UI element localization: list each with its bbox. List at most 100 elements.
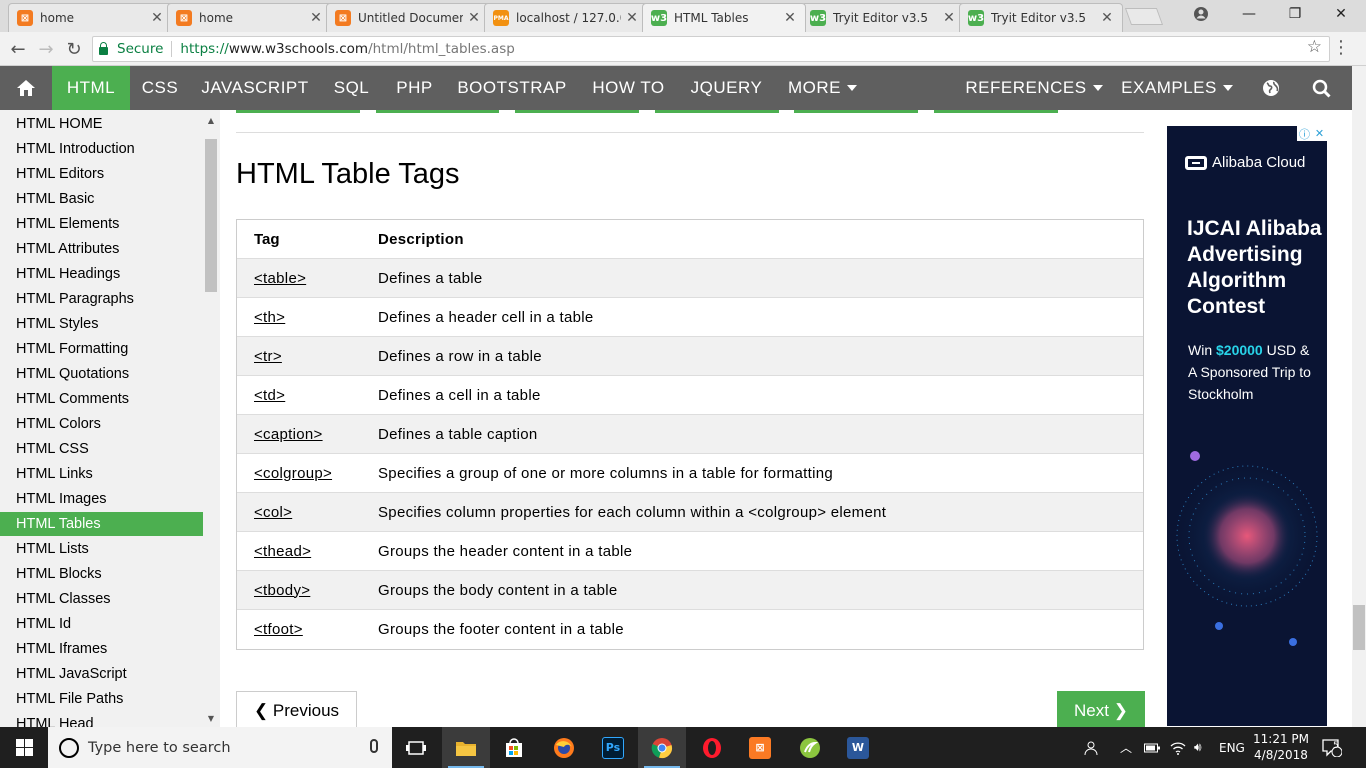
- sidebar-item[interactable]: HTML Paragraphs: [0, 287, 203, 311]
- nav-javascript[interactable]: JAVASCRIPT: [190, 66, 320, 110]
- address-bar[interactable]: Secure https://www.w3schools.com/html/ht…: [92, 36, 1330, 62]
- sidebar-item[interactable]: HTML Editors: [0, 162, 203, 186]
- sidebar-item[interactable]: HTML Formatting: [0, 337, 203, 361]
- scroll-up-arrow-icon[interactable]: ▲: [204, 113, 218, 127]
- sidebar-item[interactable]: HTML Attributes: [0, 237, 203, 261]
- page-scroll-thumb[interactable]: [1353, 605, 1365, 650]
- firefox-icon[interactable]: [540, 727, 588, 768]
- sidebar-item[interactable]: HTML Introduction: [0, 137, 203, 161]
- tag-link[interactable]: <colgroup>: [254, 465, 332, 482]
- tab-close-icon[interactable]: ✕: [783, 10, 797, 26]
- system-clock[interactable]: 11:21 PM 4/8/2018: [1252, 731, 1310, 763]
- home-icon[interactable]: [0, 66, 52, 110]
- sidebar-item[interactable]: HTML Elements: [0, 212, 203, 236]
- sidebar-item[interactable]: HTML Tables: [0, 512, 203, 536]
- word-icon[interactable]: W: [834, 727, 882, 768]
- language-indicator[interactable]: ENG: [1219, 727, 1245, 768]
- tab-close-icon[interactable]: ✕: [625, 10, 639, 26]
- search-icon[interactable]: [1312, 66, 1334, 110]
- tag-link[interactable]: <tbody>: [254, 582, 310, 599]
- browser-tab[interactable]: w3 HTML Tables ✕: [642, 3, 806, 32]
- sidebar-item[interactable]: HTML Headings: [0, 262, 203, 286]
- sidebar-item[interactable]: HTML HOME: [0, 112, 203, 136]
- secure-indicator[interactable]: Secure: [99, 41, 163, 57]
- file-explorer-icon[interactable]: [442, 727, 490, 768]
- sidebar-item[interactable]: HTML Lists: [0, 537, 203, 561]
- maximize-icon[interactable]: ❐: [1272, 0, 1318, 28]
- chrome-icon[interactable]: [638, 727, 686, 768]
- close-window-icon[interactable]: ✕: [1318, 0, 1364, 28]
- wifi-icon[interactable]: [1170, 727, 1186, 768]
- nav-jquery[interactable]: JQUERY: [679, 66, 774, 110]
- tag-link[interactable]: <td>: [254, 387, 285, 404]
- browser-tab[interactable]: ⊠ Untitled Documen ✕: [326, 3, 490, 32]
- sidebar-item[interactable]: HTML JavaScript: [0, 662, 203, 686]
- sidebar-item[interactable]: HTML Basic: [0, 187, 203, 211]
- sidebar-item[interactable]: HTML Images: [0, 487, 203, 511]
- sidebar-item[interactable]: HTML File Paths: [0, 687, 203, 711]
- tab-close-icon[interactable]: ✕: [1100, 10, 1114, 26]
- task-view-icon[interactable]: [392, 727, 440, 768]
- ad-badge[interactable]: ⓘ ✕: [1297, 126, 1327, 141]
- browser-tab[interactable]: w3 Tryit Editor v3.5 ✕: [959, 3, 1123, 32]
- browser-menu-icon[interactable]: ⋮: [1332, 37, 1350, 58]
- sidebar-item[interactable]: HTML Links: [0, 462, 203, 486]
- tab-close-icon[interactable]: ✕: [942, 10, 956, 26]
- people-icon[interactable]: [1084, 727, 1102, 768]
- nav-more[interactable]: MORE: [774, 66, 871, 110]
- tag-link[interactable]: <col>: [254, 504, 292, 521]
- nav-html[interactable]: HTML: [52, 66, 130, 110]
- browser-tab[interactable]: PMA localhost / 127.0.0 ✕: [484, 3, 648, 32]
- globe-icon[interactable]: [1262, 66, 1282, 110]
- tab-close-icon[interactable]: ✕: [467, 10, 481, 26]
- previous-button[interactable]: ❮ Previous: [236, 691, 357, 727]
- profile-icon[interactable]: [1178, 0, 1224, 28]
- nav-bootstrap[interactable]: BOOTSTRAP: [446, 66, 578, 110]
- ad-close-icon[interactable]: ✕: [1312, 126, 1327, 141]
- tag-link[interactable]: <tr>: [254, 348, 282, 365]
- browser-tab[interactable]: ⊠ home ✕: [8, 3, 173, 32]
- sidebar-item[interactable]: HTML Blocks: [0, 562, 203, 586]
- sidebar-item[interactable]: HTML Head: [0, 712, 203, 727]
- sidebar-item[interactable]: HTML Colors: [0, 412, 203, 436]
- nav-sql[interactable]: SQL: [320, 66, 383, 110]
- microphone-icon[interactable]: [370, 739, 378, 753]
- tab-close-icon[interactable]: ✕: [150, 10, 164, 26]
- nav-references[interactable]: REFERENCES: [958, 66, 1110, 110]
- new-tab-button[interactable]: [1124, 8, 1164, 25]
- scroll-down-arrow-icon[interactable]: ▼: [204, 711, 218, 725]
- browser-tab[interactable]: w3 Tryit Editor v3.5 ✕: [801, 3, 965, 32]
- back-arrow-icon[interactable]: ←: [6, 38, 30, 60]
- forward-arrow-icon[interactable]: →: [34, 38, 58, 60]
- dreamweaver-icon[interactable]: [786, 727, 834, 768]
- reload-icon[interactable]: ↻: [62, 38, 86, 60]
- sidebar-scroll-thumb[interactable]: [205, 139, 217, 292]
- nav-examples[interactable]: EXAMPLES: [1110, 66, 1244, 110]
- browser-tab[interactable]: ⊠ home ✕: [167, 3, 332, 32]
- sidebar-item[interactable]: HTML Classes: [0, 587, 203, 611]
- nav-how-to[interactable]: HOW TO: [578, 66, 679, 110]
- tab-close-icon[interactable]: ✕: [309, 10, 323, 26]
- tag-link[interactable]: <caption>: [254, 426, 323, 443]
- action-center-icon[interactable]: 5: [1322, 727, 1342, 768]
- tag-link[interactable]: <table>: [254, 270, 306, 287]
- store-icon[interactable]: [490, 727, 538, 768]
- sidebar-item[interactable]: HTML Quotations: [0, 362, 203, 386]
- sidebar-item[interactable]: HTML Iframes: [0, 637, 203, 661]
- minimize-icon[interactable]: —: [1226, 0, 1272, 28]
- show-hidden-icons-icon[interactable]: ︿: [1120, 727, 1132, 768]
- sidebar-item[interactable]: HTML Styles: [0, 312, 203, 336]
- next-button[interactable]: Next ❯: [1057, 691, 1145, 727]
- tag-link[interactable]: <thead>: [254, 543, 311, 560]
- nav-php[interactable]: PHP: [383, 66, 446, 110]
- ad-info-icon[interactable]: ⓘ: [1297, 126, 1312, 141]
- bookmark-star-icon[interactable]: ☆: [1307, 37, 1322, 57]
- tag-link[interactable]: <th>: [254, 309, 285, 326]
- nav-css[interactable]: CSS: [130, 66, 190, 110]
- xampp-icon[interactable]: ⊠: [736, 727, 784, 768]
- tag-link[interactable]: <tfoot>: [254, 621, 303, 638]
- opera-icon[interactable]: [688, 727, 736, 768]
- taskbar-search-box[interactable]: Type here to search: [48, 727, 392, 768]
- sidebar-item[interactable]: HTML Comments: [0, 387, 203, 411]
- battery-icon[interactable]: [1144, 727, 1160, 768]
